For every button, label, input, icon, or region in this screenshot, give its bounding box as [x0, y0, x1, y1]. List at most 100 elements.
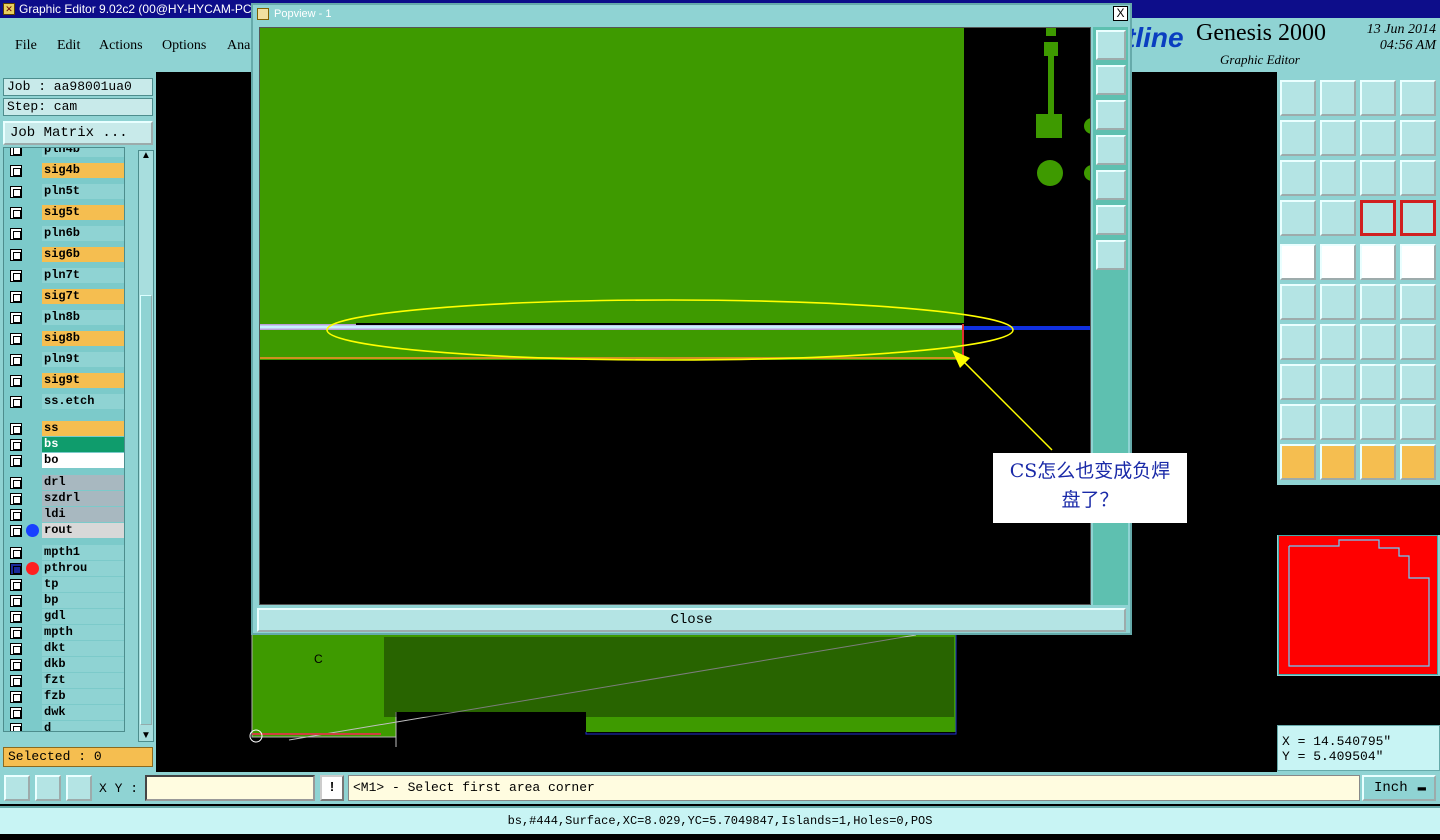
- layer-row[interactable]: sig8b: [4, 331, 124, 346]
- overview-thumbnail[interactable]: [1278, 535, 1438, 675]
- angle-icon[interactable]: [1280, 324, 1316, 360]
- pan-right-icon[interactable]: [1320, 120, 1356, 156]
- layer-row[interactable]: pln5t: [4, 184, 124, 199]
- move-dot-2-icon[interactable]: [1400, 284, 1436, 320]
- layer-row[interactable]: bo: [4, 453, 124, 468]
- swap-icon[interactable]: [1360, 120, 1396, 156]
- layer-row[interactable]: fzb: [4, 689, 124, 704]
- layer-row[interactable]: dwk: [4, 705, 124, 720]
- menu-edit[interactable]: Edit: [57, 38, 80, 54]
- layer-checkbox[interactable]: [10, 186, 22, 198]
- layer-checkbox[interactable]: [10, 643, 22, 655]
- layer-row[interactable]: sig9t: [4, 373, 124, 388]
- layer-name[interactable]: pln5t: [42, 184, 124, 199]
- layer-checkbox[interactable]: [10, 595, 22, 607]
- pv-pan-down-icon[interactable]: [1096, 100, 1126, 130]
- s-curve-icon[interactable]: [1400, 120, 1436, 156]
- layer-checkbox[interactable]: [10, 627, 22, 639]
- layer-row[interactable]: bs: [4, 437, 124, 452]
- layer-name[interactable]: mpth1: [42, 545, 124, 560]
- layer-name[interactable]: sig6b: [42, 247, 124, 262]
- layer-checkbox[interactable]: [10, 563, 22, 575]
- grid-icon[interactable]: [1320, 200, 1356, 236]
- cross-icon[interactable]: [1320, 284, 1356, 320]
- layer-checkbox[interactable]: [10, 439, 22, 451]
- xy-input[interactable]: [145, 775, 315, 801]
- layer-name[interactable]: bp: [42, 593, 124, 608]
- layer-scroll-thumb[interactable]: [140, 295, 152, 725]
- layer-name[interactable]: pln7t: [42, 268, 124, 283]
- layer-checkbox[interactable]: [10, 659, 22, 671]
- fit-all-icon[interactable]: [1280, 160, 1316, 196]
- layer-checkbox[interactable]: [10, 375, 22, 387]
- layer-name[interactable]: bo: [42, 453, 124, 468]
- layer-name[interactable]: pln4b: [42, 148, 124, 157]
- node-icon[interactable]: [1280, 364, 1316, 400]
- select-box-icon[interactable]: [1320, 444, 1356, 480]
- popview-close-icon[interactable]: X: [1113, 6, 1128, 21]
- layer-name[interactable]: fzt: [42, 673, 124, 688]
- line-draw-icon[interactable]: [1320, 244, 1356, 280]
- layer-name[interactable]: dkt: [42, 641, 124, 656]
- layer-checkbox[interactable]: [10, 333, 22, 345]
- pv-zoom-out-icon[interactable]: [1096, 240, 1126, 270]
- layer-name[interactable]: pln8b: [42, 310, 124, 325]
- layer-row[interactable]: ss.etch: [4, 394, 124, 409]
- pad-select-icon[interactable]: [1280, 244, 1316, 280]
- layer-checkbox[interactable]: [10, 509, 22, 521]
- layer-name[interactable]: sig5t: [42, 205, 124, 220]
- layer-row[interactable]: szdrl: [4, 491, 124, 506]
- pv-zoom-in-icon[interactable]: [1096, 205, 1126, 235]
- menu-file[interactable]: File: [15, 38, 37, 54]
- layer-checkbox[interactable]: [10, 423, 22, 435]
- popview-close-button[interactable]: Close: [257, 608, 1126, 632]
- layer-name[interactable]: sig7t: [42, 289, 124, 304]
- menu-actions[interactable]: Actions: [99, 38, 143, 54]
- scale-1to2-icon[interactable]: [1360, 160, 1396, 196]
- layer-row[interactable]: drl: [4, 475, 124, 490]
- layer-checkbox[interactable]: [10, 396, 22, 408]
- layer-row[interactable]: sig5t: [4, 205, 124, 220]
- layer-row[interactable]: pthrou: [4, 561, 124, 576]
- layer-row[interactable]: mpth1: [4, 545, 124, 560]
- layer-row[interactable]: rout: [4, 523, 124, 538]
- layer-row[interactable]: d: [4, 721, 124, 731]
- layer-row[interactable]: pln8b: [4, 310, 124, 325]
- menu-analysis[interactable]: Ana: [227, 38, 250, 54]
- circles-icon[interactable]: [1400, 364, 1436, 400]
- home-view-icon[interactable]: [1280, 80, 1316, 116]
- layer-checkbox[interactable]: [10, 270, 22, 282]
- layer-checkbox[interactable]: [10, 477, 22, 489]
- layer-name[interactable]: pln9t: [42, 352, 124, 367]
- triangle-icon[interactable]: [1280, 404, 1316, 440]
- layer-row[interactable]: mpth: [4, 625, 124, 640]
- layer-name[interactable]: fzb: [42, 689, 124, 704]
- layer-checkbox[interactable]: [10, 249, 22, 261]
- zoom-fit-icon[interactable]: [1320, 80, 1356, 116]
- layer-name[interactable]: dkb: [42, 657, 124, 672]
- mirror-icon[interactable]: [1400, 324, 1436, 360]
- center-icon[interactable]: [1320, 160, 1356, 196]
- layer-checkbox[interactable]: [10, 354, 22, 366]
- dot-icon[interactable]: [1400, 244, 1436, 280]
- layer-name[interactable]: mpth: [42, 625, 124, 640]
- layer-name[interactable]: pthrou: [42, 561, 124, 576]
- pointer-icon[interactable]: [1280, 444, 1316, 480]
- pv-zoom-home-icon[interactable]: [1096, 30, 1126, 60]
- split-view-icon[interactable]: [1400, 80, 1436, 116]
- layer-checkbox[interactable]: [10, 165, 22, 177]
- layer-row[interactable]: ldi: [4, 507, 124, 522]
- layer-row[interactable]: pln7t: [4, 268, 124, 283]
- layer-checkbox[interactable]: [10, 547, 22, 559]
- layer-checkbox[interactable]: [10, 707, 22, 719]
- pv-pan-left-icon[interactable]: [1096, 135, 1126, 165]
- layer-name[interactable]: dwk: [42, 705, 124, 720]
- layer-row[interactable]: sig6b: [4, 247, 124, 262]
- pointer-box-icon[interactable]: [1360, 444, 1396, 480]
- layer-row[interactable]: gdl: [4, 609, 124, 624]
- layer-row[interactable]: tp: [4, 577, 124, 592]
- layer-checkbox[interactable]: [10, 455, 22, 467]
- measure-icon[interactable]: [35, 775, 61, 801]
- layer-row[interactable]: fzt: [4, 673, 124, 688]
- layer-row[interactable]: pln4b: [4, 148, 124, 157]
